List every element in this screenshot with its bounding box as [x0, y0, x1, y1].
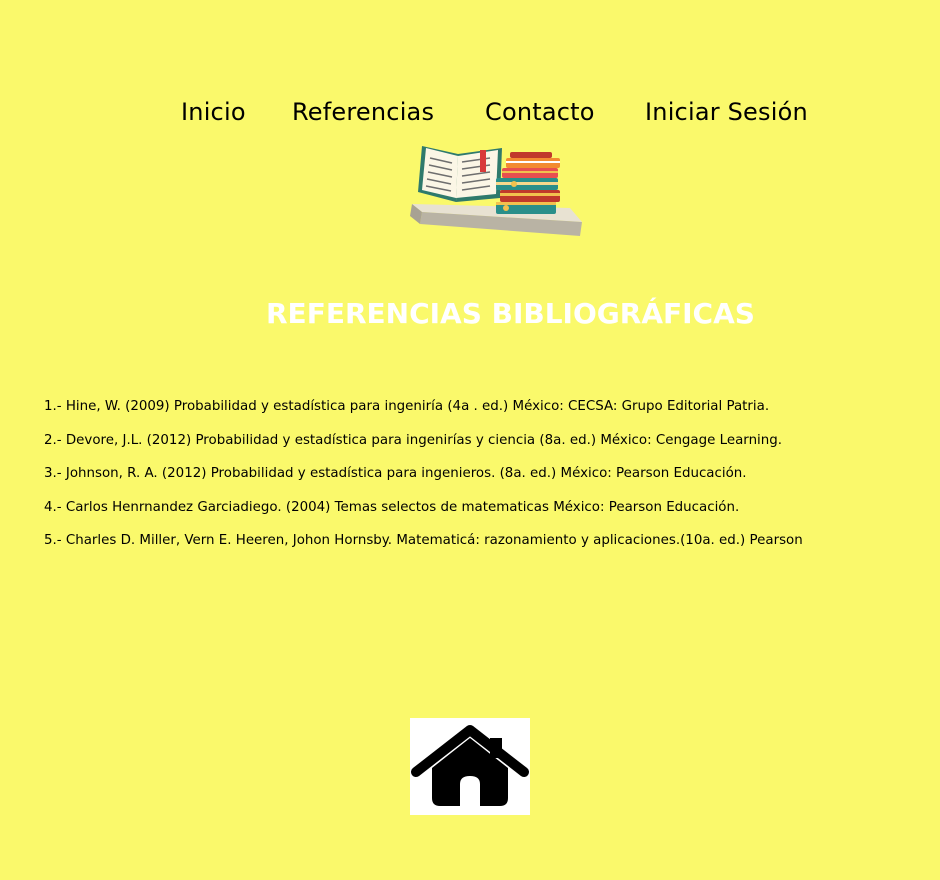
- reference-item: 4.- Carlos Henrnandez Garciadiego. (2004…: [44, 499, 740, 515]
- main-nav: Inicio Referencias Contacto Iniciar Sesi…: [0, 96, 940, 128]
- nav-link-contacto[interactable]: Contacto: [485, 96, 595, 128]
- reference-item: 3.- Johnson, R. A. (2012) Probabilidad y…: [44, 466, 747, 481]
- reference-item: 1.- Hine, W. (2009) Probabilidad y estad…: [44, 399, 770, 414]
- reference-item: 2.- Devore, J.L. (2012) Probabilidad y e…: [44, 432, 783, 448]
- page-title: REFERENCIAS BIBLIOGRÁFICAS: [266, 296, 755, 330]
- books-icon: [410, 138, 585, 238]
- references-list: 1.- Hine, W. (2009) Probabilidad y estad…: [44, 396, 924, 564]
- nav-link-referencias[interactable]: Referencias: [292, 96, 434, 128]
- nav-link-inicio[interactable]: Inicio: [181, 96, 246, 128]
- nav-link-iniciar-sesion[interactable]: Iniciar Sesión: [645, 96, 808, 128]
- reference-item: 5.- Charles D. Miller, Vern E. Heeren, J…: [44, 533, 803, 548]
- home-icon: [411, 725, 529, 806]
- home-button[interactable]: [410, 718, 530, 815]
